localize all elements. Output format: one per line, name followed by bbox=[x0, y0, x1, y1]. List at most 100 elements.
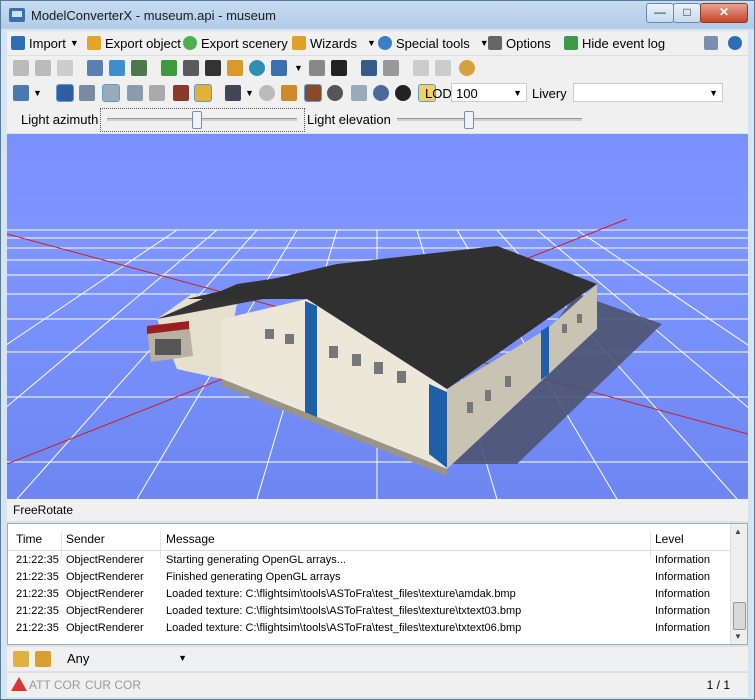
light-elevation-label: Light elevation bbox=[307, 112, 391, 127]
cell-time: 21:22:35 bbox=[16, 622, 59, 634]
back-icon[interactable] bbox=[13, 60, 29, 76]
cell-time: 21:22:35 bbox=[16, 605, 59, 617]
cog-icon[interactable] bbox=[259, 85, 275, 101]
cell-message: Starting generating OpenGL arrays... bbox=[166, 554, 346, 566]
path-icon[interactable] bbox=[351, 85, 367, 101]
cursor-icon[interactable] bbox=[271, 60, 287, 76]
scroll-up-icon[interactable]: ▲ bbox=[734, 527, 742, 536]
maximize-button[interactable]: □ bbox=[673, 3, 701, 23]
forward-icon[interactable] bbox=[35, 60, 51, 76]
col-header-level[interactable]: Level bbox=[655, 532, 684, 546]
texture-icon[interactable] bbox=[183, 60, 199, 76]
slider-thumb[interactable] bbox=[192, 111, 202, 129]
moon-icon[interactable] bbox=[373, 85, 389, 101]
cell-sender: ObjectRenderer bbox=[66, 571, 144, 583]
livery-select[interactable]: ▼ bbox=[573, 83, 723, 102]
material-icon[interactable] bbox=[161, 60, 177, 76]
table-row[interactable]: 21:22:35 ObjectRenderer Starting generat… bbox=[8, 552, 732, 569]
help-icon[interactable] bbox=[728, 36, 742, 50]
viewport-status-bar: FreeRotate bbox=[7, 499, 748, 521]
earth-icon[interactable] bbox=[249, 60, 265, 76]
table-row[interactable]: 21:22:35 ObjectRenderer Loaded texture: … bbox=[8, 620, 732, 637]
lod-label: LOD bbox=[425, 86, 452, 101]
info-icon[interactable] bbox=[704, 36, 718, 50]
fit-view-icon[interactable] bbox=[13, 85, 29, 101]
chevron-down-icon[interactable]: ▼ bbox=[245, 88, 254, 98]
main-toolbar: Import ▼ Export object Export scenery Wi… bbox=[7, 31, 748, 56]
special-tools-label: Special tools bbox=[396, 35, 470, 51]
redo-icon[interactable] bbox=[435, 60, 451, 76]
log-icon bbox=[564, 36, 578, 50]
table-row[interactable]: 21:22:35 ObjectRenderer Loaded texture: … bbox=[8, 603, 732, 620]
sphere-icon[interactable] bbox=[327, 85, 343, 101]
scene-svg bbox=[7, 218, 748, 499]
wand-icon bbox=[292, 36, 306, 50]
chevron-down-icon[interactable]: ▼ bbox=[294, 63, 303, 73]
hierarchy-icon[interactable] bbox=[131, 60, 147, 76]
figure-icon[interactable] bbox=[331, 60, 347, 76]
lod-select[interactable]: 100 ▼ bbox=[451, 83, 527, 102]
title-bar[interactable]: ModelConverterX - museum.api - museum — … bbox=[1, 1, 754, 29]
minimize-button[interactable]: — bbox=[646, 3, 674, 23]
light-azimuth-label: Light azimuth bbox=[21, 112, 99, 127]
grid-icon[interactable] bbox=[56, 84, 74, 102]
highlight-icon[interactable] bbox=[194, 84, 212, 102]
level-filter-value: Any bbox=[67, 651, 90, 666]
checker-icon[interactable] bbox=[395, 85, 411, 101]
export-object-button[interactable]: Export object bbox=[87, 35, 181, 51]
export-scenery-button[interactable]: Export scenery bbox=[183, 35, 288, 51]
film-icon[interactable] bbox=[205, 60, 221, 76]
wireframe-icon[interactable] bbox=[127, 85, 143, 101]
globe-icon bbox=[183, 36, 197, 50]
clock-icon[interactable] bbox=[459, 60, 475, 76]
document-icon[interactable] bbox=[383, 60, 399, 76]
image-icon[interactable] bbox=[227, 60, 243, 76]
slider-thumb[interactable] bbox=[464, 111, 474, 129]
col-header-sender[interactable]: Sender bbox=[66, 532, 105, 546]
cell-level: Information bbox=[655, 605, 711, 617]
zoom-icon[interactable] bbox=[87, 60, 103, 76]
chevron-down-icon: ▼ bbox=[178, 653, 187, 663]
import-button[interactable]: Import ▼ bbox=[11, 35, 79, 51]
page-icon[interactable] bbox=[57, 60, 73, 76]
camera-icon[interactable] bbox=[225, 85, 241, 101]
log-scrollbar[interactable]: ▲ ▼ bbox=[730, 524, 747, 644]
chevron-down-icon: ▼ bbox=[69, 38, 79, 48]
light-azimuth-slider[interactable] bbox=[107, 111, 297, 129]
box-icon[interactable] bbox=[149, 85, 165, 101]
link-icon[interactable] bbox=[309, 60, 325, 76]
close-button[interactable]: ✕ bbox=[700, 3, 748, 23]
pencil-icon[interactable] bbox=[102, 84, 120, 102]
wizards-button[interactable]: Wizards ▼ bbox=[292, 35, 376, 51]
scroll-down-icon[interactable]: ▼ bbox=[734, 632, 742, 641]
edit-note-icon[interactable] bbox=[13, 651, 29, 667]
3d-viewport[interactable] bbox=[7, 134, 748, 499]
axes-icon[interactable] bbox=[79, 85, 95, 101]
special-tools-button[interactable]: Special tools ▼ bbox=[378, 35, 489, 51]
table-row[interactable]: 21:22:35 ObjectRenderer Loaded texture: … bbox=[8, 586, 732, 603]
undo-icon[interactable] bbox=[413, 60, 429, 76]
texture-toggle-icon[interactable] bbox=[304, 84, 322, 102]
blue-pilaster bbox=[305, 301, 317, 424]
cell-sender: ObjectRenderer bbox=[66, 622, 144, 634]
scrollbar-thumb[interactable] bbox=[733, 602, 746, 630]
toolbar-lighting: Light azimuth Light elevation bbox=[7, 106, 748, 133]
hide-event-log-button[interactable]: Hide event log bbox=[564, 35, 665, 51]
level-filter-select[interactable]: Any ▼ bbox=[63, 649, 191, 668]
light-elevation-slider[interactable] bbox=[397, 111, 582, 129]
screen-icon[interactable] bbox=[361, 60, 377, 76]
event-log-table[interactable]: Time Sender Message Level 21:22:35 Objec… bbox=[7, 523, 748, 645]
cube-icon[interactable] bbox=[281, 85, 297, 101]
options-label: Options bbox=[506, 35, 551, 51]
pin-icon[interactable] bbox=[109, 60, 125, 76]
col-header-message[interactable]: Message bbox=[166, 532, 215, 546]
log-header-row: Time Sender Message Level bbox=[8, 524, 732, 558]
cell-time: 21:22:35 bbox=[16, 554, 59, 566]
col-header-time[interactable]: Time bbox=[16, 532, 42, 546]
cell-sender: ObjectRenderer bbox=[66, 588, 144, 600]
bricks-icon[interactable] bbox=[173, 85, 189, 101]
options-button[interactable]: Options bbox=[488, 35, 551, 51]
chevron-down-icon[interactable]: ▼ bbox=[33, 88, 42, 98]
table-row[interactable]: 21:22:35 ObjectRenderer Finished generat… bbox=[8, 569, 732, 586]
broom-icon[interactable] bbox=[35, 651, 51, 667]
